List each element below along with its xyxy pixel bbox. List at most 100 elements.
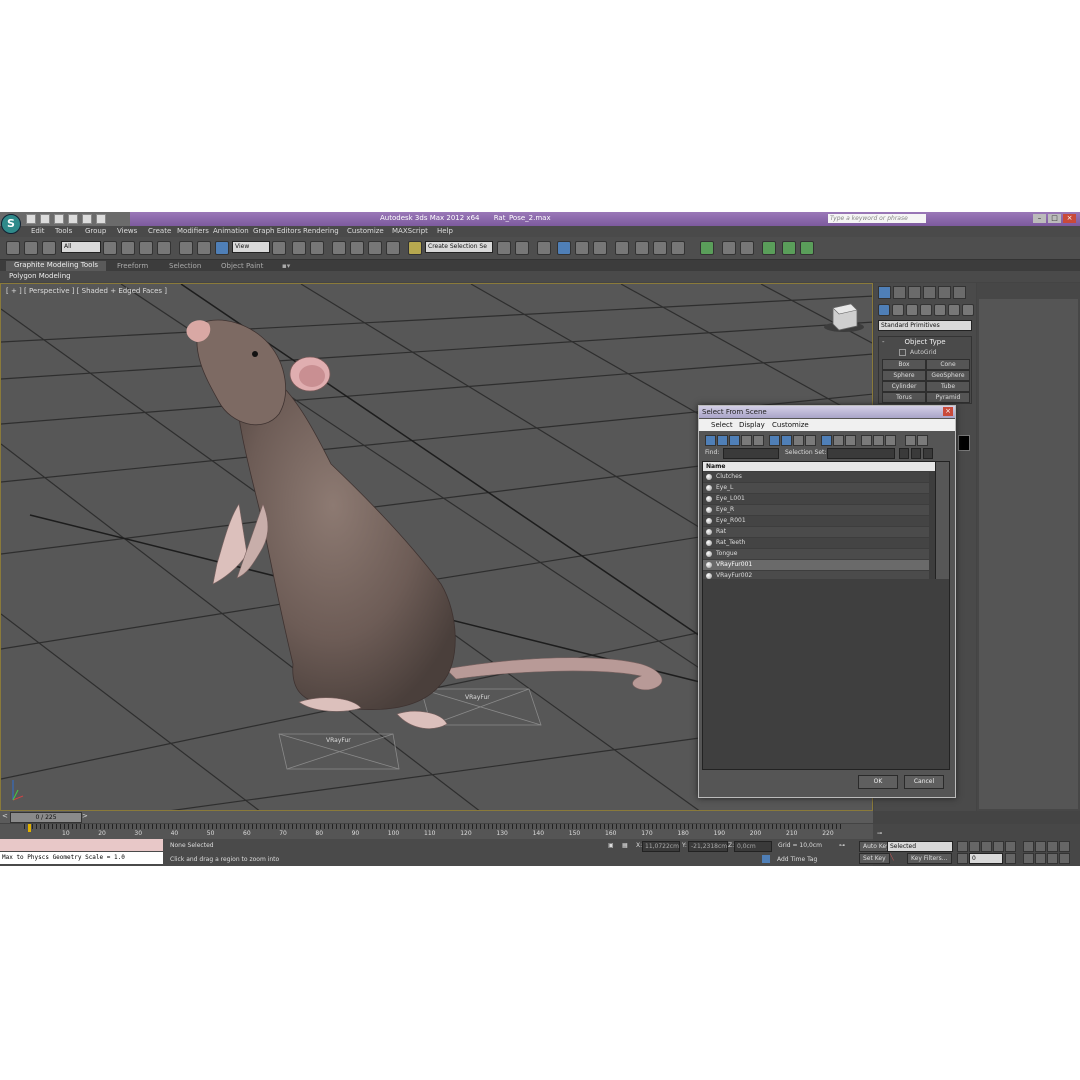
set-key-button[interactable]: Set Key (859, 853, 890, 864)
select-by-name-icon[interactable] (121, 241, 135, 255)
orbit-icon[interactable] (1047, 853, 1058, 864)
select-none-icon[interactable] (873, 435, 884, 446)
angle-snap-icon[interactable] (350, 241, 364, 255)
sync-selection-icon[interactable] (917, 435, 928, 446)
menu-modifiers[interactable]: Modifiers (177, 227, 209, 235)
select-object-icon[interactable] (103, 241, 117, 255)
display-spacewarps-icon[interactable] (769, 435, 780, 446)
motion-tab-icon[interactable] (923, 286, 936, 299)
pyramid-button[interactable]: Pyramid (926, 392, 970, 403)
zoom-icon[interactable] (1023, 841, 1034, 852)
display-containers-icon[interactable] (821, 435, 832, 446)
select-all-icon[interactable] (861, 435, 872, 446)
box-button[interactable]: Box (882, 359, 926, 370)
list-item[interactable]: Eye_L (703, 483, 929, 493)
display-cameras-icon[interactable] (741, 435, 752, 446)
cancel-button[interactable]: Cancel (904, 775, 944, 789)
color-swatch[interactable] (958, 435, 970, 451)
name-column-header[interactable]: Name (706, 462, 725, 471)
rollout-title[interactable]: Object Type (879, 338, 971, 346)
search-input[interactable]: Type a keyword or phrase (828, 214, 926, 223)
maximize-viewport-icon[interactable] (1059, 853, 1070, 864)
menu-edit[interactable]: Edit (31, 227, 45, 235)
menu-views[interactable]: Views (117, 227, 137, 235)
new-file-icon[interactable] (26, 214, 36, 224)
rotate-icon[interactable] (197, 241, 211, 255)
lock-icon[interactable]: ▣ (608, 842, 614, 849)
absolute-mode-icon[interactable]: ▦ (622, 842, 628, 849)
primitive-category-dropdown[interactable]: Standard Primitives (878, 320, 972, 331)
menu-rendering[interactable]: Rendering (303, 227, 339, 235)
unlink-icon[interactable] (24, 241, 38, 255)
open-file-icon[interactable] (40, 214, 50, 224)
layer-manager-icon[interactable] (537, 241, 551, 255)
polygon-modeling-panel[interactable]: Polygon Modeling (9, 272, 71, 280)
rectangle-selection-icon[interactable] (139, 241, 153, 255)
hierarchy-tab-icon[interactable] (908, 286, 921, 299)
vray-lights-icon[interactable] (722, 241, 736, 255)
list-header[interactable]: Name (703, 462, 935, 471)
shapes-icon[interactable] (892, 304, 904, 316)
key-mode-toggle-icon[interactable] (957, 853, 968, 864)
graphite-toggle-icon[interactable] (557, 241, 571, 255)
sphere-button[interactable]: Sphere (882, 370, 926, 381)
set-key-icon[interactable]: ╲ (890, 853, 894, 862)
tab-graphite-modeling-tools[interactable]: Graphite Modeling Tools (6, 261, 107, 271)
maxscript-listener-input[interactable] (0, 839, 163, 851)
key-mode-dropdown[interactable]: Selected (887, 841, 953, 852)
go-to-start-icon[interactable] (957, 841, 968, 852)
save-file-icon[interactable] (54, 214, 64, 224)
current-frame-field[interactable]: 0 (969, 853, 1003, 864)
display-groups-icon[interactable] (781, 435, 792, 446)
next-frame-icon[interactable] (993, 841, 1004, 852)
menu-create[interactable]: Create (148, 227, 171, 235)
cameras-icon[interactable] (920, 304, 932, 316)
mirror-icon[interactable] (497, 241, 511, 255)
menu-customize[interactable]: Customize (347, 227, 384, 235)
play-icon[interactable] (981, 841, 992, 852)
snaps-toggle-icon[interactable] (332, 241, 346, 255)
keyboard-shortcut-icon[interactable] (310, 241, 324, 255)
dialog-menu-customize[interactable]: Customize (772, 421, 809, 429)
scale-icon[interactable] (215, 241, 229, 255)
redo-icon[interactable] (82, 214, 92, 224)
move-icon[interactable] (179, 241, 193, 255)
viewport-label[interactable]: [ + ] [ Perspective ] [ Shaded + Edged F… (6, 287, 167, 295)
list-item[interactable]: Rat (703, 527, 929, 537)
key-filters-button[interactable]: Key Filters... (907, 853, 952, 864)
time-slider[interactable]: 0 / 225 (10, 812, 82, 823)
spacewarps-icon[interactable] (948, 304, 960, 316)
time-next-icon[interactable]: > (82, 812, 88, 820)
vray-sphere-fade-icon[interactable] (782, 241, 796, 255)
vray-frame-buffer-icon[interactable] (740, 241, 754, 255)
selection-set-add-icon[interactable] (911, 448, 921, 459)
list-item[interactable]: Eye_L001 (703, 494, 929, 504)
utilities-tab-icon[interactable] (953, 286, 966, 299)
select-invert-icon[interactable] (885, 435, 896, 446)
create-tab-icon[interactable] (878, 286, 891, 299)
pivot-center-icon[interactable] (272, 241, 286, 255)
list-item[interactable]: Clutches (703, 472, 929, 482)
zoom-all-icon[interactable] (1035, 841, 1046, 852)
geosphere-button[interactable]: GeoSphere (926, 370, 970, 381)
z-coordinate-field[interactable]: 0,0cm (734, 841, 772, 852)
previous-frame-icon[interactable] (969, 841, 980, 852)
viewcube[interactable] (824, 303, 864, 332)
curve-editor-icon[interactable] (575, 241, 589, 255)
tab-selection[interactable]: Selection (169, 262, 201, 270)
project-folder-icon[interactable] (96, 214, 106, 224)
x-coordinate-field[interactable]: 11,0722cm (642, 841, 680, 852)
render-setup-icon[interactable] (635, 241, 649, 255)
menu-group[interactable]: Group (85, 227, 106, 235)
menu-maxscript[interactable]: MAXScript (392, 227, 428, 235)
time-prev-icon[interactable]: < (2, 812, 8, 820)
maxscript-listener-output[interactable]: Max to Physcs Geometry Scale = 1.0 (0, 852, 163, 864)
rendered-frame-window-icon[interactable] (653, 241, 667, 255)
menu-animation[interactable]: Animation (213, 227, 249, 235)
select-manipulate-icon[interactable] (292, 241, 306, 255)
menu-graph-editors[interactable]: Graph Editors (253, 227, 301, 235)
dialog-menu-display[interactable]: Display (739, 421, 765, 429)
display-lights-icon[interactable] (729, 435, 740, 446)
dialog-title-bar[interactable]: Select From Scene × (699, 406, 955, 418)
rat-model[interactable] (186, 319, 663, 729)
